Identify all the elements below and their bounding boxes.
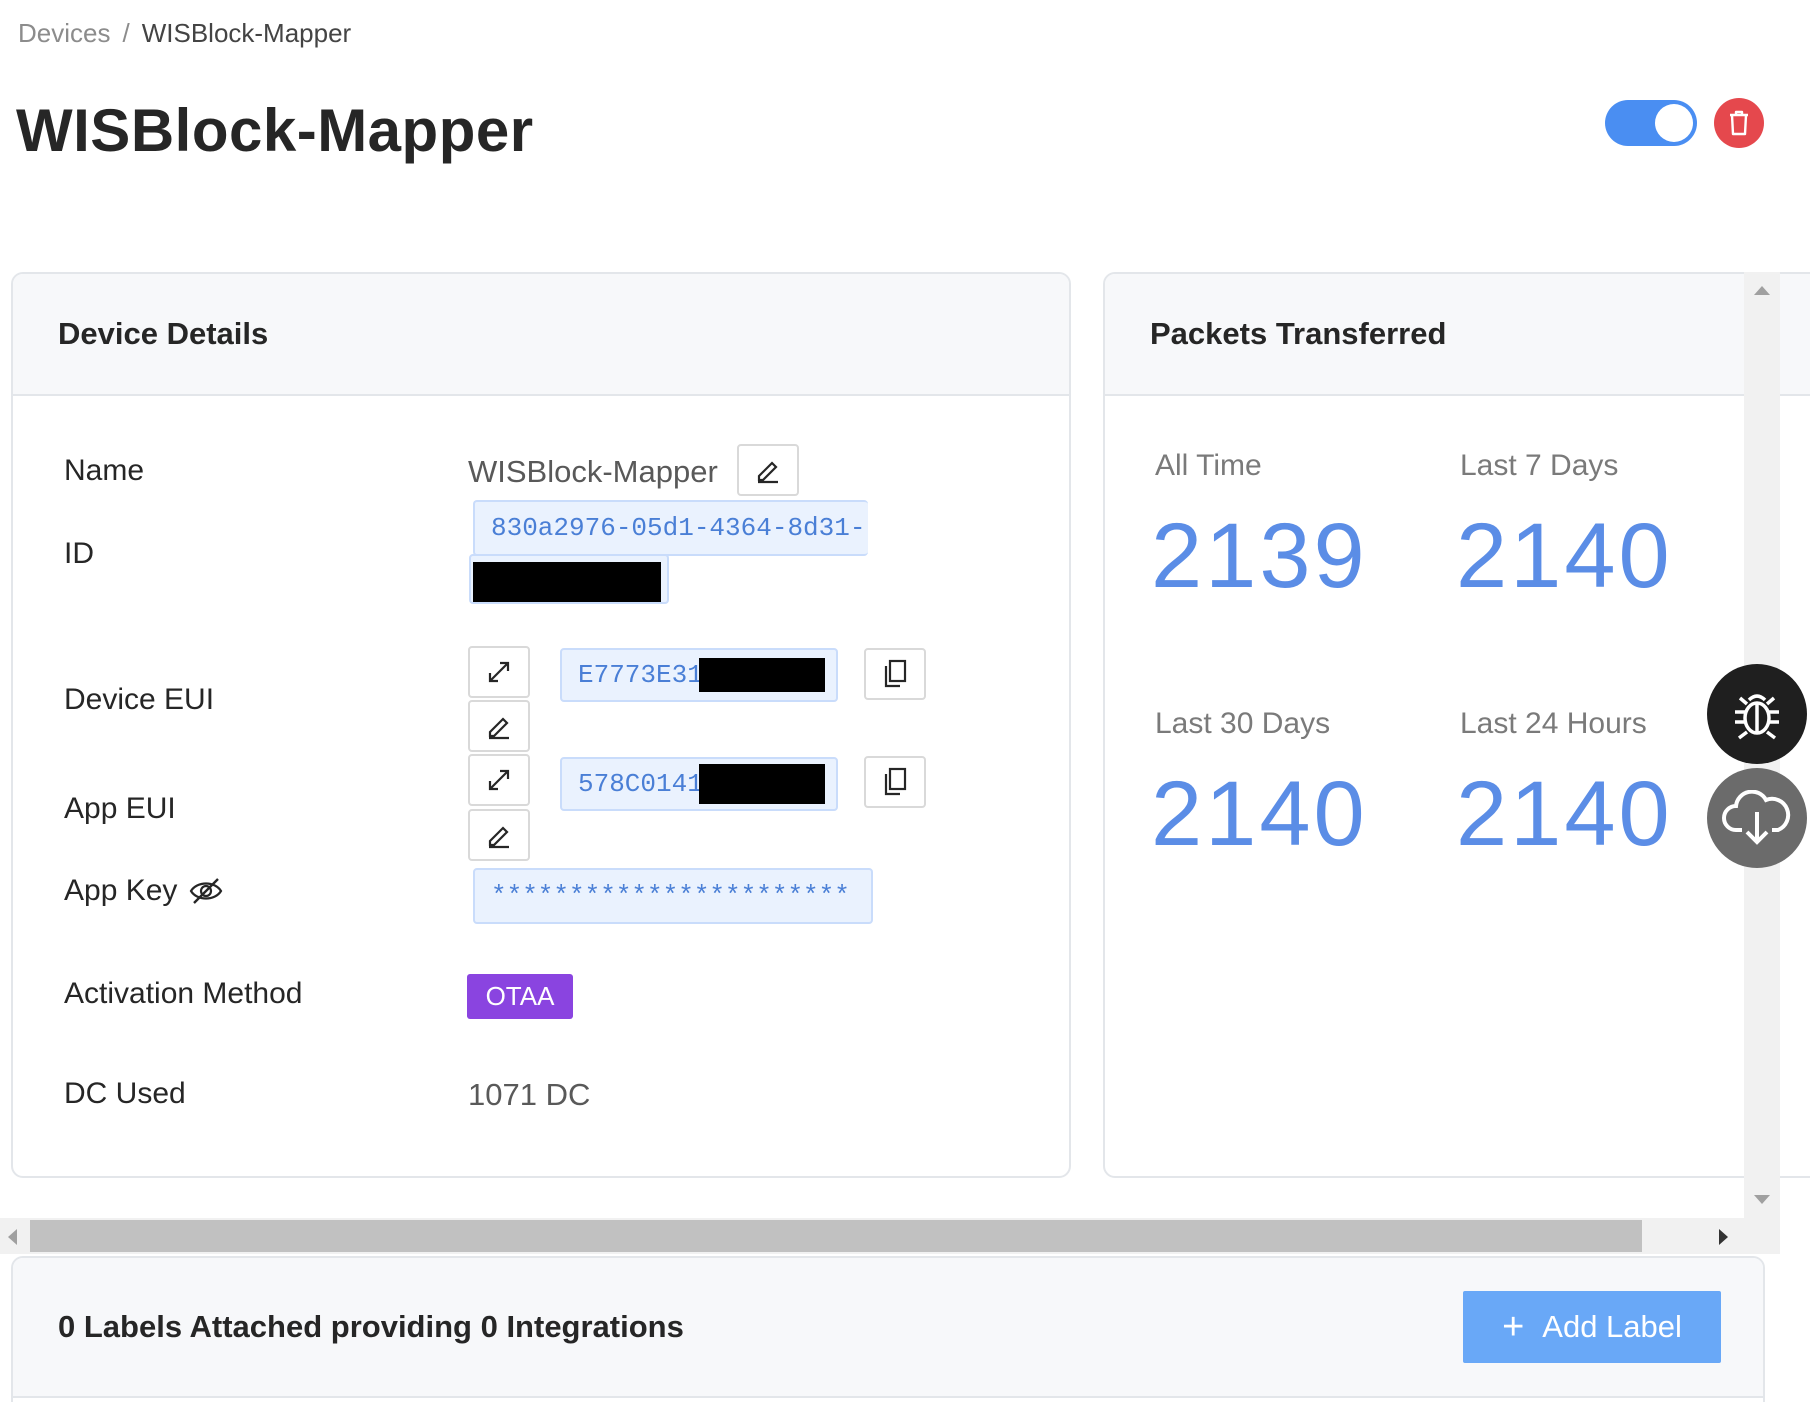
- add-label-text: Add Label: [1542, 1309, 1682, 1344]
- scroll-up-arrow-icon[interactable]: [1753, 284, 1771, 296]
- device-details-card: Device Details Name WISBlock-Mapper ID 8…: [11, 272, 1071, 1178]
- page-title: WISBlock-Mapper: [16, 97, 534, 164]
- device-eui-copy-button[interactable]: [864, 648, 926, 700]
- toggle-knob: [1655, 104, 1693, 142]
- app-eui-label: App EUI: [64, 792, 176, 825]
- horizontal-scroll-thumb[interactable]: [30, 1220, 1642, 1252]
- plus-icon: +: [1502, 1305, 1525, 1348]
- app-key-label: App Key: [64, 874, 178, 907]
- breadcrumb-devices-link[interactable]: Devices: [18, 18, 110, 48]
- app-eui-edit-button[interactable]: [468, 809, 530, 861]
- dc-used-label: DC Used: [64, 1077, 186, 1110]
- horizontal-scrollbar[interactable]: [0, 1218, 1780, 1254]
- device-eui-edit-button[interactable]: [468, 700, 530, 752]
- expand-icon: [488, 661, 510, 683]
- labels-title: 0 Labels Attached providing 0 Integratio…: [58, 1309, 684, 1344]
- download-button[interactable]: [1707, 768, 1807, 868]
- app-key-value-box[interactable]: ***********************: [473, 868, 873, 924]
- redacted-id-block: [473, 562, 661, 602]
- app-eui-expand-button[interactable]: [468, 754, 530, 806]
- device-details-title: Device Details: [13, 274, 1069, 396]
- scroll-down-arrow-icon[interactable]: [1753, 1194, 1771, 1206]
- device-eui-expand-button[interactable]: [468, 646, 530, 698]
- expand-icon: [488, 769, 510, 791]
- bug-icon: [1735, 694, 1779, 740]
- pencil-icon: [488, 717, 509, 740]
- app-key-label-group: App Key: [64, 874, 223, 908]
- device-eui-value: E7773E31: [578, 660, 703, 690]
- scroll-right-arrow-icon[interactable]: [1718, 1228, 1730, 1246]
- app-eui-copy-button[interactable]: [864, 756, 926, 808]
- stat-last-7-days-value: 2140: [1456, 505, 1673, 607]
- packets-title: Packets Transferred: [1105, 274, 1810, 396]
- redacted-device-eui-block: [699, 658, 825, 692]
- name-label: Name: [64, 454, 145, 487]
- pencil-icon: [757, 461, 778, 484]
- stat-last-24-hours-label: Last 24 Hours: [1460, 707, 1647, 740]
- pencil-icon: [488, 826, 509, 849]
- delete-device-button[interactable]: [1714, 98, 1764, 148]
- scroll-left-arrow-icon[interactable]: [6, 1228, 18, 1246]
- redacted-app-eui-block: [699, 764, 825, 804]
- breadcrumb-separator: /: [122, 18, 130, 48]
- stat-last-30-days-value: 2140: [1151, 763, 1368, 865]
- labels-header: 0 Labels Attached providing 0 Integratio…: [13, 1258, 1763, 1398]
- device-active-toggle[interactable]: [1605, 100, 1697, 146]
- stat-last-30-days-label: Last 30 Days: [1155, 707, 1331, 740]
- activation-method-label: Activation Method: [64, 977, 303, 1010]
- packets-transferred-card: Packets Transferred All Time 2139 Last 7…: [1103, 272, 1810, 1178]
- device-eui-label: Device EUI: [64, 683, 215, 716]
- app-eui-value: 578C0141: [578, 769, 703, 799]
- add-label-button[interactable]: + Add Label: [1463, 1291, 1721, 1363]
- stat-all-time-value: 2139: [1151, 505, 1368, 607]
- debug-button[interactable]: [1707, 664, 1807, 764]
- otaa-badge: OTAA: [467, 974, 573, 1019]
- breadcrumb: Devices / WISBlock-Mapper: [18, 18, 351, 49]
- stat-last-7-days-label: Last 7 Days: [1460, 449, 1619, 482]
- stat-last-24-hours-value: 2140: [1456, 763, 1673, 865]
- name-value: WISBlock-Mapper: [468, 454, 718, 489]
- labels-card: 0 Labels Attached providing 0 Integratio…: [11, 1256, 1765, 1402]
- id-value: 830a2976-05d1-4364-8d31-: [491, 513, 866, 543]
- id-label: ID: [64, 537, 94, 570]
- trash-icon: [1730, 110, 1748, 136]
- dc-used-value: 1071 DC: [468, 1077, 591, 1112]
- copy-icon: [884, 767, 907, 796]
- stat-all-time-label: All Time: [1155, 449, 1262, 482]
- breadcrumb-current: WISBlock-Mapper: [141, 18, 352, 48]
- id-value-box[interactable]: 830a2976-05d1-4364-8d31-: [473, 500, 868, 556]
- cloud-download-icon: [1722, 790, 1791, 845]
- app-key-value: ***********************: [491, 881, 850, 911]
- copy-icon: [884, 659, 907, 688]
- edit-name-button[interactable]: [737, 444, 799, 496]
- eye-slash-icon[interactable]: [189, 876, 223, 906]
